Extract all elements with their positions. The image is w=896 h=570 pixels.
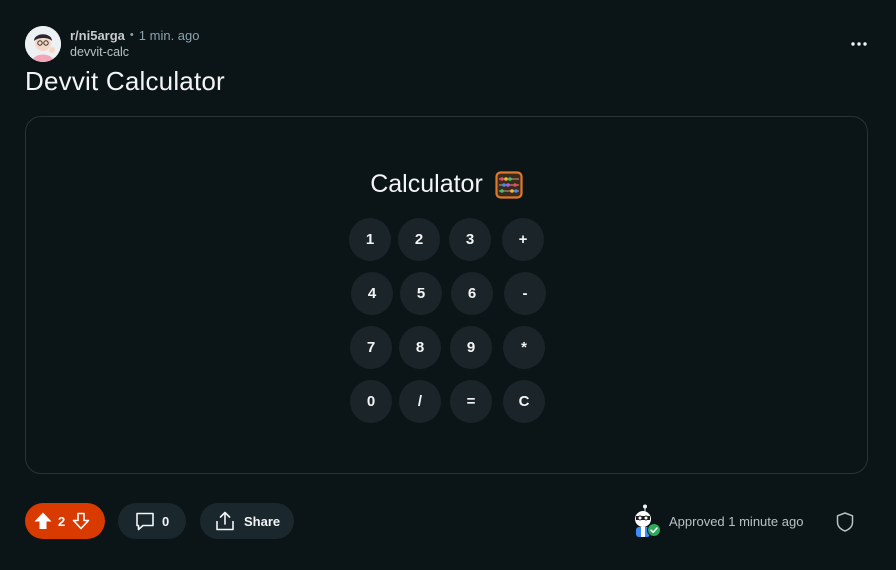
calc-key[interactable]: 2 <box>398 218 440 261</box>
more-options-button[interactable] <box>848 34 870 54</box>
calc-key[interactable]: 5 <box>400 272 442 315</box>
approved-text: Approved 1 minute ago <box>669 513 804 529</box>
downvote-icon[interactable] <box>71 511 91 531</box>
calculator-header: Calculator <box>26 170 867 199</box>
comment-icon <box>136 512 154 531</box>
shield-icon <box>836 512 854 532</box>
app-card: Calculator 1 2 3 +4 5 6- 7 8 9 * 0/= C <box>25 116 868 474</box>
abacus-icon <box>495 170 523 199</box>
post-header: r/ni5arga • 1 min. ago devvit-calc <box>25 26 199 62</box>
ellipsis-icon <box>851 42 867 46</box>
calc-key[interactable]: C <box>503 380 545 423</box>
subreddit-link[interactable]: r/ni5arga <box>70 27 125 44</box>
vote-count: 2 <box>58 513 66 529</box>
meta-separator: • <box>129 29 134 41</box>
subreddit-avatar[interactable] <box>25 26 61 62</box>
post-time: 1 min. ago <box>138 28 200 43</box>
app-name[interactable]: devvit-calc <box>70 44 199 61</box>
share-icon <box>216 511 234 531</box>
approved-check-icon <box>647 523 661 537</box>
calc-key[interactable]: 4 <box>351 272 393 315</box>
calc-key[interactable]: - <box>504 272 546 315</box>
mod-tools-button[interactable] <box>835 511 855 533</box>
calc-key[interactable]: 8 <box>399 326 441 369</box>
post-title: Devvit Calculator <box>25 66 225 96</box>
calc-key[interactable]: 7 <box>350 326 392 369</box>
post-meta: r/ni5arga • 1 min. ago devvit-calc <box>70 27 199 61</box>
approval-status: Approved 1 minute ago <box>627 503 803 539</box>
share-button[interactable]: Share <box>200 503 294 539</box>
calc-key[interactable]: / <box>399 380 441 423</box>
calc-key[interactable]: * <box>503 326 545 369</box>
calc-key[interactable]: 9 <box>450 326 492 369</box>
comments-button[interactable]: 0 <box>118 503 186 539</box>
vote-bar: 2 <box>25 503 105 539</box>
calc-key[interactable]: 1 <box>349 218 391 261</box>
calc-key[interactable]: 0 <box>350 380 392 423</box>
calculator-title: Calculator <box>370 170 483 198</box>
calc-key[interactable]: = <box>450 380 492 423</box>
comment-count: 0 <box>162 513 170 529</box>
calc-key[interactable]: 3 <box>449 218 491 261</box>
share-label: Share <box>244 513 281 529</box>
calc-key[interactable]: 6 <box>451 272 493 315</box>
calc-key[interactable]: + <box>502 218 544 261</box>
upvote-icon[interactable] <box>33 511 53 531</box>
